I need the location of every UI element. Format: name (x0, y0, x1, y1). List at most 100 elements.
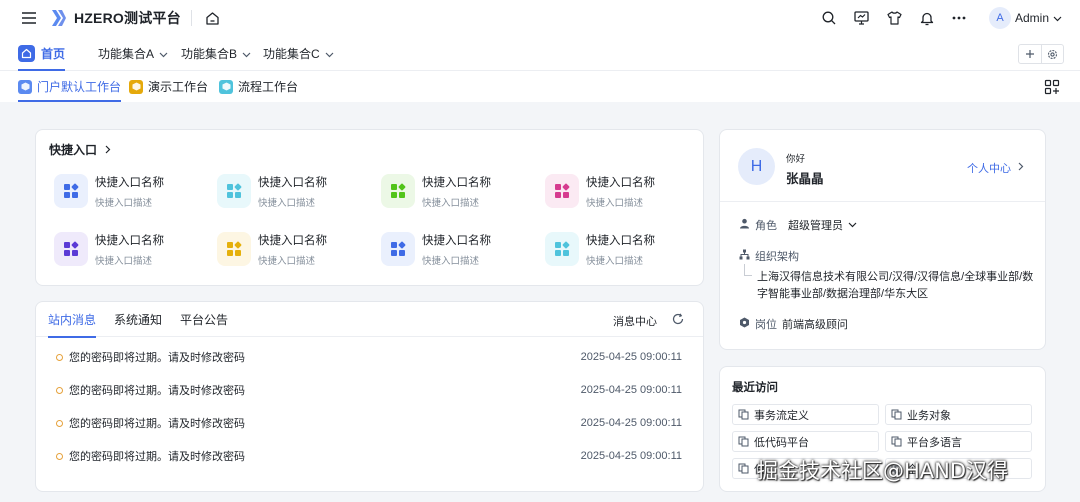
title-divider (190, 10, 192, 26)
user-icon (739, 218, 750, 232)
message-time: 2025-04-25 09:00:11 (580, 417, 682, 429)
recent-visit-item[interactable]: 业务对象 (885, 404, 1032, 425)
post-row: 岗位 前端高级顾问 (739, 316, 848, 332)
personal-center-label: 个人中心 (967, 163, 1011, 175)
message-time: 2025-04-25 09:00:11 (580, 384, 682, 396)
tab-demo-workbench[interactable]: 演示工作台 (129, 71, 208, 102)
page-icon (891, 436, 902, 447)
role-select[interactable]: 超级管理员 (788, 217, 857, 233)
page-icon (738, 463, 749, 474)
app-grid-icon (381, 232, 415, 266)
add-workbench-icon[interactable] (1044, 79, 1060, 95)
chevron-down-icon (159, 47, 168, 61)
app-grid-icon (54, 174, 88, 208)
menu-item-home[interactable]: 首页 (18, 36, 66, 71)
message-tabs: 站内消息 系统通知 平台公告 消息中心 (36, 302, 703, 338)
quick-entry-item[interactable]: 快捷入口名称 快捷入口描述 (54, 171, 204, 211)
settings-icon[interactable] (1040, 45, 1063, 63)
hamburger-menu-icon[interactable] (19, 8, 39, 28)
tab-process-workbench[interactable]: 流程工作台 (219, 71, 298, 102)
message-time: 2025-04-25 09:00:11 (580, 351, 682, 363)
menu-item-collection-c[interactable]: 功能集合C (263, 36, 334, 71)
plus-icon[interactable] (1019, 45, 1041, 63)
chevron-right-icon (1018, 162, 1024, 174)
message-row[interactable]: 您的密码即将过期。请及时修改密码 2025-04-25 09:00:11 (36, 380, 703, 400)
message-text: 您的密码即将过期。请及时修改密码 (69, 352, 245, 364)
message-row[interactable]: 您的密码即将过期。请及时修改密码 2025-04-25 09:00:11 (36, 413, 703, 433)
tab-site-messages[interactable]: 站内消息 (48, 302, 97, 338)
unread-dot-icon (56, 452, 63, 460)
recent-visit-item[interactable]: 事务流定义 (732, 404, 879, 425)
quick-entry-desc: 快捷入口描述 (258, 197, 316, 209)
user-avatar: A (988, 7, 1011, 29)
tab-platform-announcements[interactable]: 平台公告 (180, 302, 228, 337)
app-grid-icon (381, 174, 415, 208)
quick-entry-item[interactable]: 快捷入口名称 快捷入口描述 (381, 229, 531, 269)
recent-visit-label: 低代码平台 (754, 436, 809, 449)
menu-item-label: 功能集合A (98, 47, 155, 61)
quick-entry-name: 快捷入口名称 (586, 234, 655, 247)
quick-entry-header[interactable]: 快捷入口 (49, 141, 111, 158)
home-icon[interactable] (204, 9, 222, 27)
page-icon (738, 409, 749, 420)
quick-entry-name: 快捷入口名称 (422, 176, 491, 189)
app-grid-icon (545, 232, 579, 266)
quick-entry-item[interactable]: 快捷入口名称 快捷入口描述 (545, 229, 695, 269)
quick-entry-name: 快捷入口名称 (258, 176, 327, 189)
message-row[interactable]: 您的密码即将过期。请及时修改密码 2025-04-25 09:00:11 (36, 347, 703, 367)
unread-dot-icon (56, 386, 63, 394)
menu-item-collection-a[interactable]: 功能集合A (98, 36, 168, 71)
org-tree-line (744, 264, 752, 276)
org-label: 组织架构 (755, 251, 799, 263)
shirt-icon[interactable] (885, 9, 903, 27)
user-menu[interactable]: A Admin (988, 7, 1062, 29)
message-center-link[interactable]: 消息中心 (613, 313, 657, 329)
quick-entry-desc: 快捷入口描述 (422, 197, 480, 209)
tab-system-notices[interactable]: 系统通知 (114, 302, 162, 337)
org-path: 上海汉得信息技术有限公司/汉得/汉得信息/全球事业部/数字智能事业部/数据治理部… (757, 271, 1034, 300)
menu-item-label: 功能集合B (181, 47, 238, 61)
app-grid-icon (217, 174, 251, 208)
menu-tools (1018, 44, 1064, 64)
role-row: 角色 超级管理员 (739, 217, 857, 233)
profile-card: H 你好 张晶晶 个人中心 角色 超级管理员 组织架构 上海汉得信息技术有限公司… (719, 129, 1046, 350)
quick-entry-desc: 快捷入口描述 (586, 197, 644, 209)
search-icon[interactable] (820, 9, 838, 27)
quick-entry-name: 快捷入口名称 (586, 176, 655, 189)
bell-icon[interactable] (918, 9, 936, 27)
role-value: 超级管理员 (788, 220, 843, 232)
chevron-right-icon (105, 143, 111, 157)
quick-entry-desc: 快捷入口描述 (422, 255, 480, 267)
app-title: HZERO测试平台 (74, 10, 181, 26)
page-icon (738, 436, 749, 447)
profile-avatar: H (738, 148, 775, 185)
message-time: 2025-04-25 09:00:11 (580, 450, 682, 462)
quick-entry-item[interactable]: 快捷入口名称 快捷入口描述 (54, 229, 204, 269)
quick-entry-item[interactable]: 快捷入口名称 快捷入口描述 (381, 171, 531, 211)
unread-dot-icon (56, 353, 63, 361)
recent-visits-title: 最近访问 (732, 382, 778, 394)
quick-entry-item[interactable]: 快捷入口名称 快捷入口描述 (545, 171, 695, 211)
recent-visit-label: 事务流定义 (754, 409, 809, 422)
chevron-down-icon (325, 47, 334, 61)
more-icon[interactable] (950, 9, 968, 27)
menu-item-collection-b[interactable]: 功能集合B (181, 36, 251, 71)
personal-center-link[interactable]: 个人中心 (967, 160, 1024, 176)
quick-entry-item[interactable]: 快捷入口名称 快捷入口描述 (217, 171, 367, 211)
monitor-icon[interactable] (853, 9, 871, 27)
quick-entry-item[interactable]: 快捷入口名称 快捷入口描述 (217, 229, 367, 269)
refresh-icon[interactable] (672, 313, 686, 327)
recent-visit-label: 业务对象 (907, 409, 951, 422)
workbench-tab-label: 流程工作台 (238, 80, 299, 94)
message-row[interactable]: 您的密码即将过期。请及时修改密码 2025-04-25 09:00:11 (36, 446, 703, 466)
workbench-icon (129, 79, 143, 94)
quick-entry-desc: 快捷入口描述 (586, 255, 644, 267)
watermark-text: 掘金技术社区@HAND汉得 (757, 459, 1009, 483)
tab-portal-default-workbench[interactable]: 门户默认工作台 (18, 71, 122, 102)
post-label: 岗位 (755, 319, 777, 331)
quick-entry-title: 快捷入口 (49, 143, 98, 157)
recent-visit-item[interactable]: 低代码平台 (732, 431, 879, 452)
workbench-icon (18, 79, 32, 94)
recent-visit-item[interactable]: 平台多语言 (885, 431, 1032, 452)
app-grid-icon (54, 232, 88, 266)
